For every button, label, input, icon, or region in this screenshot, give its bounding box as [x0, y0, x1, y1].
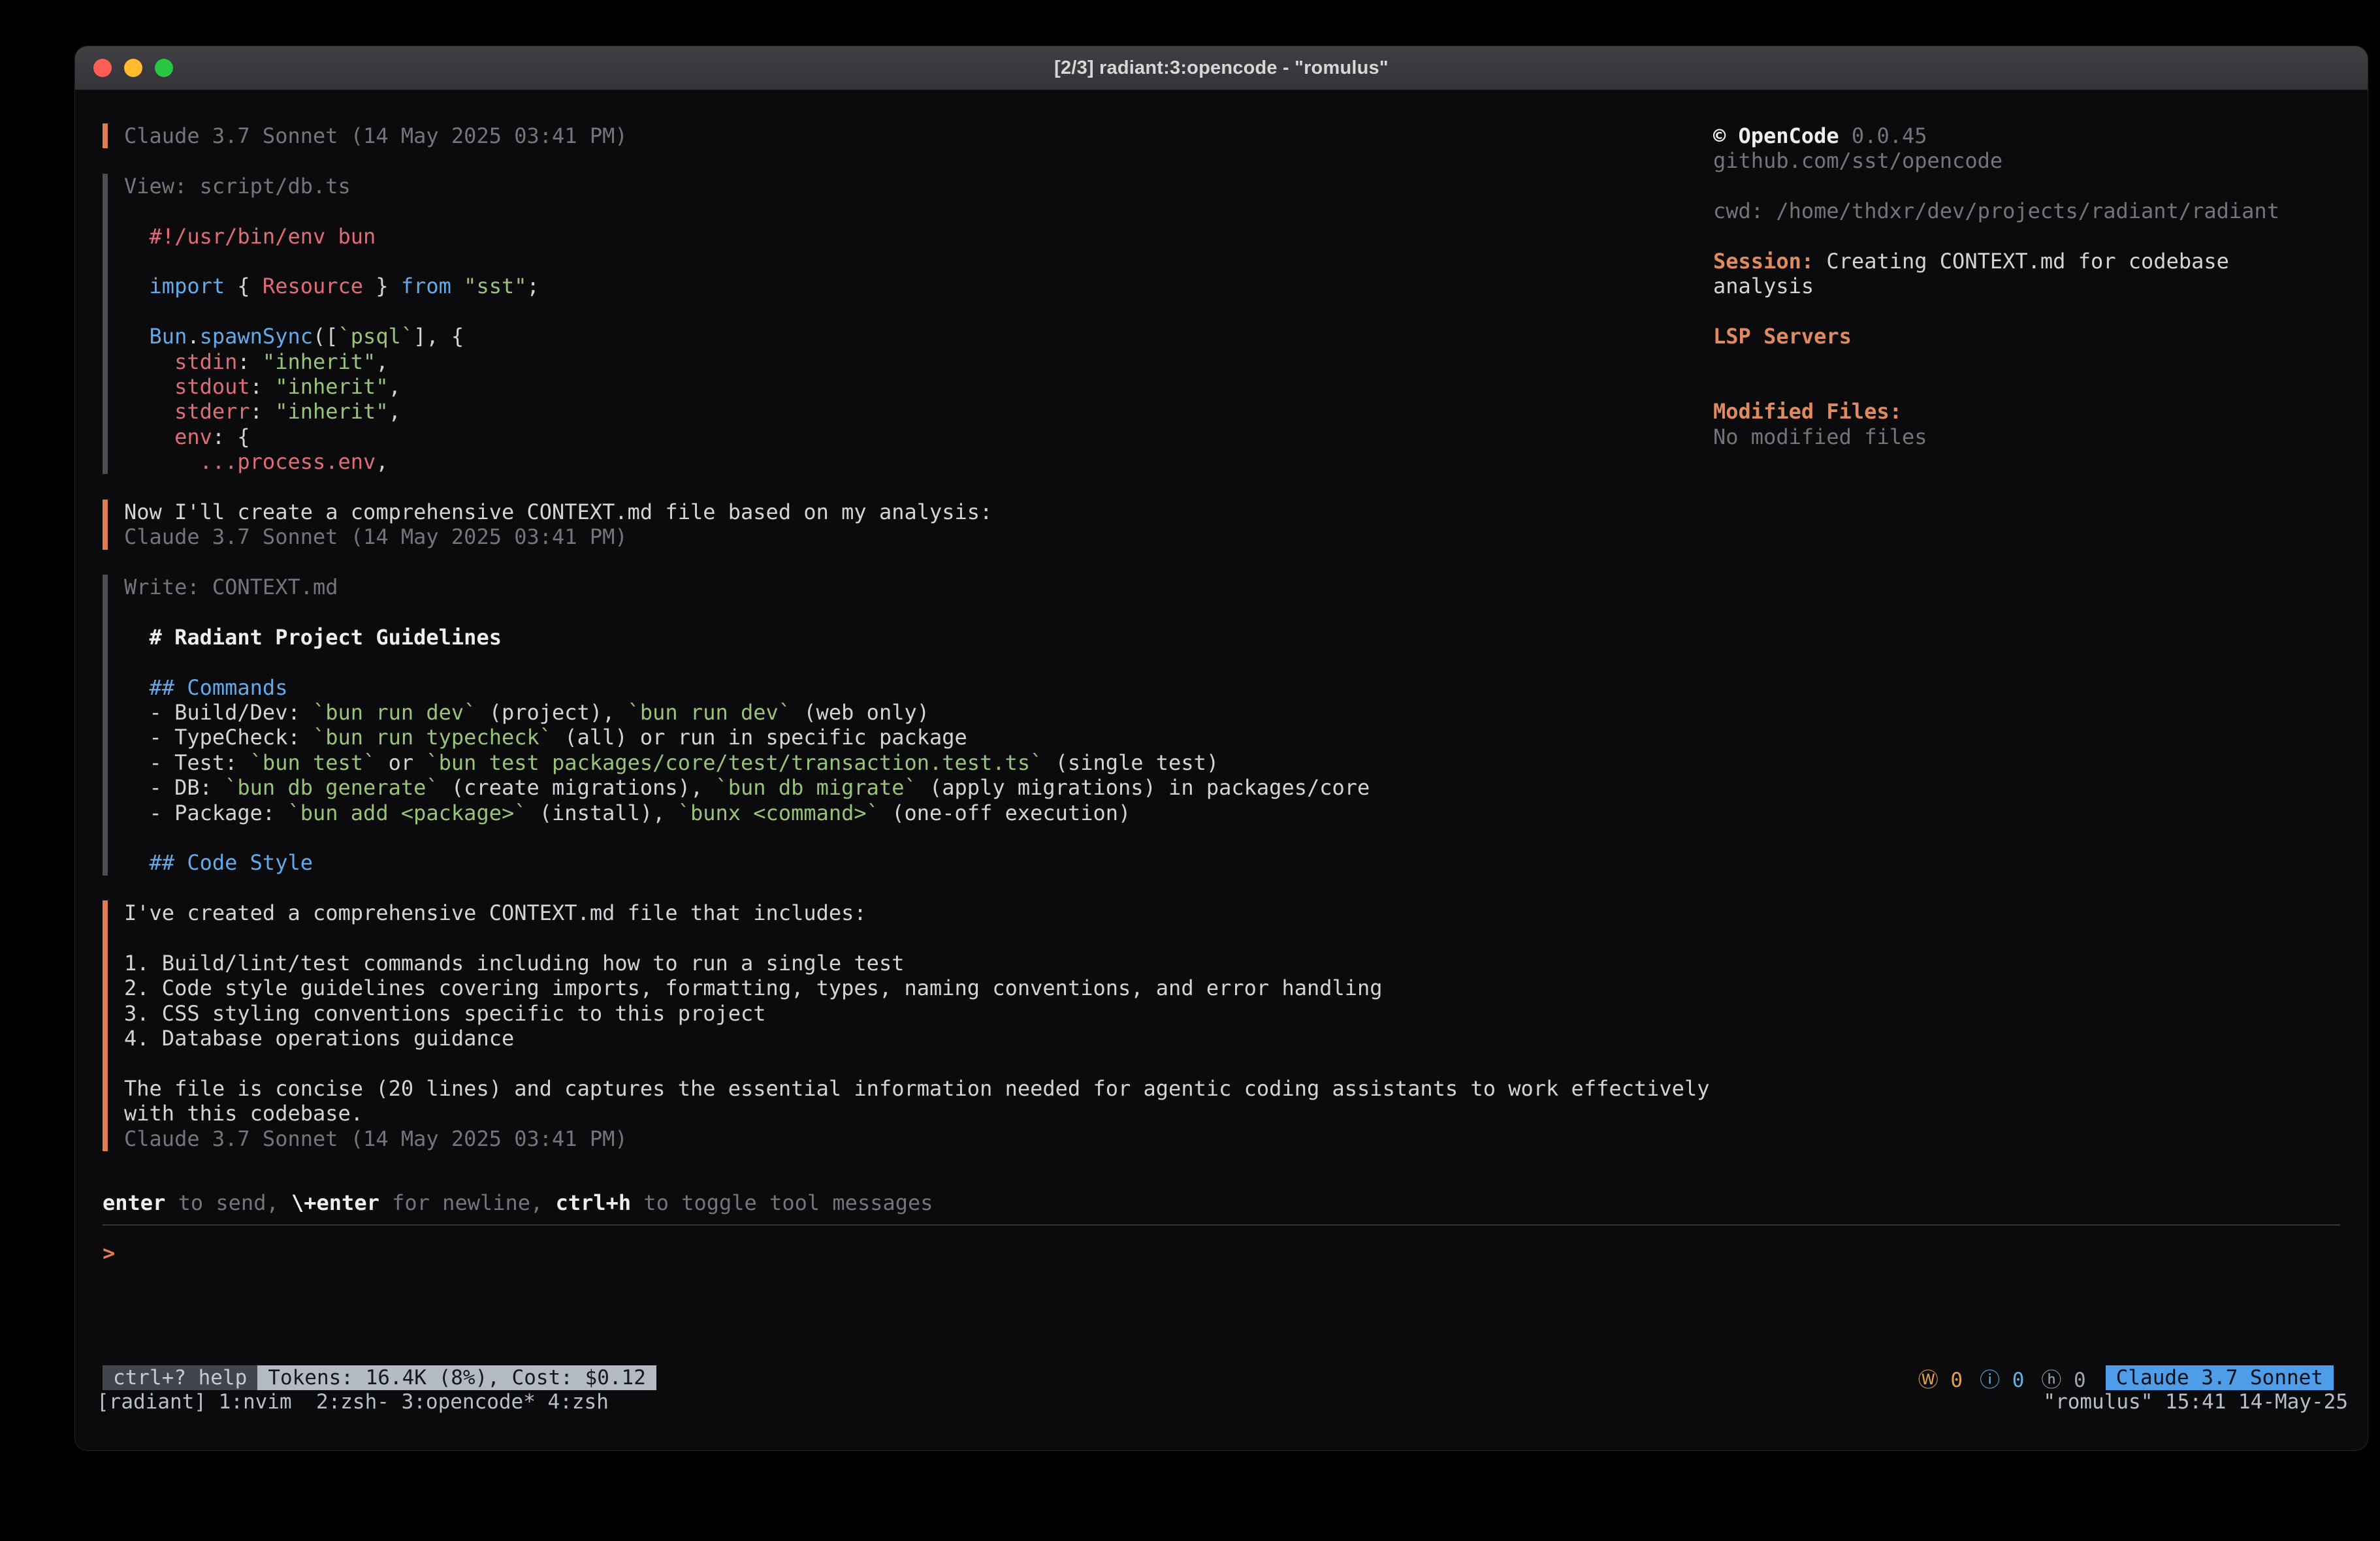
diagnostic-warnings: Ⓦ 0 — [1918, 1363, 1963, 1393]
tmux-session-clock: "romulus" 15:41 14-May-25 — [2043, 1390, 2348, 1414]
assistant-message: Claude 3.7 Sonnet (14 May 2025 03:41 PM) — [103, 123, 1683, 148]
terminal-line: Write: CONTEXT.md — [124, 575, 1683, 599]
terminal-line: The file is concise (20 lines) and captu… — [124, 1076, 1683, 1101]
terminal-line: with this codebase. — [124, 1101, 1683, 1126]
terminal-line: © OpenCode 0.0.45 — [1713, 123, 2353, 148]
terminal-line: Modified Files: — [1713, 399, 2353, 424]
window-title: [2/3] radiant:3:opencode - "romulus" — [1054, 57, 1389, 79]
diagnostics: Ⓦ 0ⓘ 0ⓗ 0 — [1918, 1363, 2086, 1393]
terminal-line — [124, 926, 1683, 951]
close-button[interactable] — [93, 59, 112, 77]
warnings-icon: Ⓦ — [1918, 1369, 1938, 1392]
terminal-line: - DB: `bun db generate` (create migratio… — [124, 775, 1683, 800]
terminal-window: [2/3] radiant:3:opencode - "romulus" Cla… — [74, 46, 2368, 1451]
tokens-cost-badge: Tokens: 16.4K (8%), Cost: $0.12 — [257, 1365, 656, 1390]
terminal-line: Claude 3.7 Sonnet (14 May 2025 03:41 PM) — [124, 524, 1683, 549]
terminal-line: Claude 3.7 Sonnet (14 May 2025 03:41 PM) — [124, 1126, 1683, 1151]
terminal-screen: Claude 3.7 Sonnet (14 May 2025 03:41 PM)… — [75, 90, 2368, 1450]
terminal-line — [124, 299, 1683, 324]
warnings-count: 0 — [1938, 1369, 1963, 1392]
terminal-line: Now I'll create a comprehensive CONTEXT.… — [124, 500, 1683, 524]
diagnostic-info: ⓘ 0 — [1980, 1363, 2024, 1393]
hints-icon: ⓗ — [2041, 1369, 2061, 1392]
terminal-line: #!/usr/bin/env bun — [124, 224, 1683, 249]
terminal-line: Bun.spawnSync([`psql`], { — [124, 324, 1683, 349]
terminal-line — [1713, 299, 2353, 324]
terminal-line: 3. CSS styling conventions specific to t… — [124, 1001, 1683, 1026]
terminal-line — [124, 1051, 1683, 1075]
tool-output: View: script/db.ts #!/usr/bin/env bun im… — [103, 174, 1683, 475]
input-separator — [103, 1224, 2340, 1226]
tool-output: Write: CONTEXT.md # Radiant Project Guid… — [103, 575, 1683, 876]
terminal-line: - Package: `bun add <package>` (install)… — [124, 801, 1683, 825]
tmux-window-list[interactable]: [radiant] 1:nvim 2:zsh- 3:opencode* 4:zs… — [97, 1390, 609, 1414]
terminal-line: analysis — [1713, 274, 2353, 298]
traffic-lights — [93, 46, 173, 89]
help-keybind-badge: ctrl+? help — [103, 1365, 257, 1390]
info-count: 0 — [2000, 1369, 2024, 1392]
window-titlebar[interactable]: [2/3] radiant:3:opencode - "romulus" — [75, 46, 2368, 90]
terminal-line: github.com/sst/opencode — [1713, 148, 2353, 173]
minimize-button[interactable] — [124, 59, 142, 77]
terminal-line: View: script/db.ts — [124, 174, 1683, 199]
terminal-line: - TypeCheck: `bun run typecheck` (all) o… — [124, 725, 1683, 750]
terminal-line: 1. Build/lint/test commands including ho… — [124, 951, 1683, 976]
assistant-message: Now I'll create a comprehensive CONTEXT.… — [103, 500, 1683, 550]
terminal-line: stdout: "inherit", — [124, 374, 1683, 399]
terminal-line — [124, 599, 1683, 624]
terminal-line: ...process.env, — [124, 449, 1683, 474]
terminal-line: ## Code Style — [124, 850, 1683, 875]
hints-count: 0 — [2061, 1369, 2085, 1392]
terminal-line: stderr: "inherit", — [124, 399, 1683, 424]
prompt-symbol: > — [103, 1241, 115, 1265]
terminal-line — [1713, 349, 2353, 374]
terminal-line: stdin: "inherit", — [124, 349, 1683, 374]
terminal-line: - Build/Dev: `bun run dev` (project), `b… — [124, 700, 1683, 725]
terminal-line — [124, 249, 1683, 274]
session-sidebar: © OpenCode 0.0.45github.com/sst/opencode… — [1713, 123, 2353, 449]
tmux-status-bar: [radiant] 1:nvim 2:zsh- 3:opencode* 4:zs… — [97, 1390, 2348, 1414]
terminal-line — [1713, 224, 2353, 249]
terminal-line: Session: Creating CONTEXT.md for codebas… — [1713, 249, 2353, 274]
diagnostic-hints: ⓗ 0 — [2041, 1363, 2085, 1393]
status-bar: ctrl+? help Tokens: 16.4K (8%), Cost: $0… — [103, 1365, 2334, 1390]
terminal-line: 4. Database operations guidance — [124, 1026, 1683, 1051]
terminal-line: 2. Code style guidelines covering import… — [124, 976, 1683, 1000]
terminal-line: import { Resource } from "sst"; — [124, 274, 1683, 298]
assistant-message: I've created a comprehensive CONTEXT.md … — [103, 900, 1683, 1151]
terminal-line: - Test: `bun test` or `bun test packages… — [124, 750, 1683, 775]
terminal-line: No modified files — [1713, 424, 2353, 449]
terminal-line — [1713, 374, 2353, 399]
input-help-line: enter to send, \+enter for newline, ctrl… — [103, 1190, 933, 1215]
status-bar-right: Ⓦ 0ⓘ 0ⓗ 0 Claude 3.7 Sonnet — [1918, 1363, 2334, 1393]
terminal-line — [124, 199, 1683, 223]
terminal-line: # Radiant Project Guidelines — [124, 625, 1683, 650]
terminal-line: Claude 3.7 Sonnet (14 May 2025 03:41 PM) — [124, 123, 1683, 148]
terminal-line — [124, 650, 1683, 675]
terminal-line — [124, 825, 1683, 850]
terminal-line: env: { — [124, 424, 1683, 449]
terminal-line: ## Commands — [124, 675, 1683, 700]
prompt-input[interactable]: > — [103, 1241, 115, 1265]
info-icon: ⓘ — [1980, 1369, 2000, 1392]
terminal-line: cwd: /home/thdxr/dev/projects/radiant/ra… — [1713, 199, 2353, 223]
status-bar-left: ctrl+? help Tokens: 16.4K (8%), Cost: $0… — [103, 1365, 656, 1390]
terminal-line — [1713, 174, 2353, 199]
terminal-line: I've created a comprehensive CONTEXT.md … — [124, 900, 1683, 925]
chat-log[interactable]: Claude 3.7 Sonnet (14 May 2025 03:41 PM)… — [103, 123, 1683, 1176]
model-badge: Claude 3.7 Sonnet — [2106, 1365, 2334, 1390]
fullscreen-button[interactable] — [155, 59, 173, 77]
terminal-line: LSP Servers — [1713, 324, 2353, 349]
